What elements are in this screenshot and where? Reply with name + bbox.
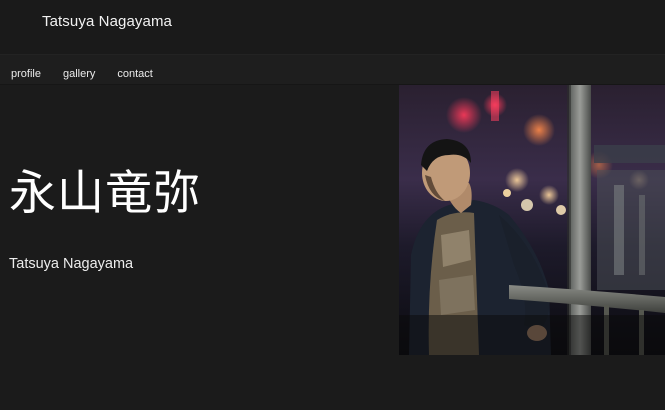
nav-item-contact: contact	[117, 64, 152, 82]
nav-item-gallery: gallery	[63, 64, 95, 82]
nav-link-gallery[interactable]: gallery	[63, 68, 95, 80]
portrait-photo	[399, 85, 665, 355]
main-nav: profile gallery contact	[0, 54, 665, 85]
hero-name-japanese: 永山竜弥	[9, 166, 201, 221]
site-title-link[interactable]: Tatsuya Nagayama	[42, 13, 172, 30]
hero-name-english: Tatsuya Nagayama	[9, 256, 134, 272]
nav-link-profile[interactable]: profile	[11, 68, 41, 80]
site-header: Tatsuya Nagayama	[0, 0, 665, 54]
page: Tatsuya Nagayama profile gallery contact…	[0, 0, 665, 410]
nav-link-contact[interactable]: contact	[117, 68, 152, 80]
nav-list: profile gallery contact	[11, 64, 175, 82]
nav-item-profile: profile	[11, 64, 41, 82]
